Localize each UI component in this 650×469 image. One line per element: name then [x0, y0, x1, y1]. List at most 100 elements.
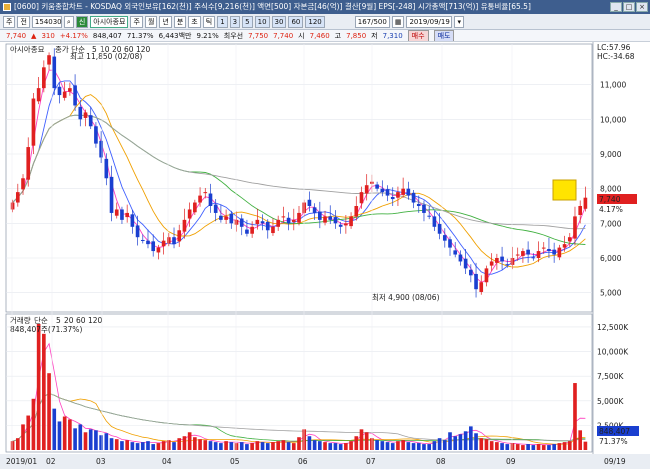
vol-ma60-legend: 60	[76, 316, 86, 325]
candle-body	[333, 217, 338, 224]
interval-10[interactable]: 10	[254, 15, 270, 28]
interval-1[interactable]: 1	[217, 15, 228, 28]
settings-icon[interactable]: ▦	[391, 15, 405, 28]
x-axis-label: 06	[298, 457, 308, 466]
volume-bar	[224, 441, 228, 450]
volume-y-tick: 12,500K	[597, 323, 629, 332]
volume-ma-label: 단순	[34, 315, 48, 325]
high-label: 고	[334, 31, 342, 40]
volume-bar	[57, 421, 62, 450]
candle-body	[380, 188, 385, 193]
best-bid: 7,740	[273, 31, 294, 40]
candle-body	[338, 224, 343, 227]
search-icon[interactable]: ⌕	[63, 15, 74, 28]
market-select[interactable]: 전	[17, 15, 30, 28]
volume-bar	[286, 442, 291, 450]
close-button[interactable]: ×	[636, 2, 648, 12]
window-title: [0600] 키움종합차트 - KOSDAQ 외국인보유[162(천)] 주식수…	[14, 2, 531, 11]
volume-bar	[344, 443, 348, 450]
volume-bar	[198, 439, 202, 450]
stock-name[interactable]: 아시아종묘	[90, 15, 129, 28]
price-y-tick: 6,000	[600, 254, 622, 263]
low-price: 7,310	[382, 31, 403, 40]
count-display[interactable]: 167/500	[354, 15, 390, 28]
tab-month[interactable]: 월	[144, 15, 158, 28]
tab-week[interactable]: 주	[130, 15, 143, 28]
volume-bar	[333, 443, 338, 450]
candle-body	[203, 192, 208, 194]
tab-year[interactable]: 년	[159, 15, 172, 28]
period-select[interactable]: 주	[3, 15, 16, 28]
calendar-icon[interactable]: ▾	[454, 15, 464, 28]
stock-badge: 신	[75, 15, 89, 28]
current-marker-box	[552, 179, 577, 201]
x-axis-right-label: 09/19	[604, 457, 626, 466]
app-icon	[3, 3, 11, 11]
candle-body	[344, 223, 348, 226]
chart-area[interactable]: 11,000 10,000 9,000 8,000 7,000 6,000 5,000 12,…	[0, 42, 650, 469]
interval-60[interactable]: 60	[288, 15, 304, 28]
volume-bar	[52, 408, 57, 450]
stock-chart-svg[interactable]: 11,000 10,000 9,000 8,000 7,000 6,000 5,000 12,…	[0, 42, 650, 469]
candle-body	[94, 126, 98, 144]
price-change: 310	[41, 31, 55, 40]
volume-bar	[297, 437, 301, 450]
chart-toolbar: 주 전 154030 ⌕ 신 아시아종묘 주 월 년 분 초 틱 1 3 5 1…	[0, 14, 650, 30]
volume-bar	[484, 439, 489, 450]
volume-bar	[541, 445, 546, 450]
x-axis-label: 07	[366, 457, 376, 466]
volume-bar	[68, 419, 72, 450]
volume-bar	[422, 444, 426, 450]
volume-bar	[318, 441, 322, 450]
candle-body	[156, 247, 161, 253]
buy-button[interactable]: 매수	[407, 30, 429, 41]
candle-body	[354, 206, 359, 217]
candle-body	[463, 258, 468, 269]
volume-bar	[187, 432, 192, 450]
tab-tick[interactable]: 틱	[202, 15, 216, 28]
candle-body	[515, 254, 520, 256]
volume-bar	[182, 436, 187, 450]
stock-code-input[interactable]: 154030	[31, 15, 62, 28]
volume-bar	[578, 430, 583, 450]
candle-body	[250, 226, 254, 234]
candle-body	[536, 251, 541, 258]
vol-ma5-legend: 5	[56, 316, 61, 325]
volume-bar	[385, 442, 390, 450]
tab-second[interactable]: 초	[188, 15, 201, 28]
volume-bar	[312, 440, 317, 450]
volume-bar	[10, 441, 15, 450]
candle-body	[36, 88, 41, 102]
volume-bar	[495, 442, 499, 450]
interval-3[interactable]: 3	[229, 15, 241, 28]
date-input[interactable]: 2019/09/19	[406, 15, 453, 28]
volume-bar	[573, 383, 577, 450]
volume-bar	[411, 443, 416, 450]
candle-body	[219, 215, 223, 220]
vol-ma20-legend: 20	[64, 316, 74, 325]
volume-label: 거래량	[10, 316, 31, 325]
volume-bar	[583, 441, 588, 450]
volume-bar	[151, 444, 156, 450]
price-y-tick: 8,000	[600, 185, 622, 194]
candle-body	[583, 197, 588, 209]
volume-bar	[375, 440, 379, 450]
volume-bar	[31, 398, 36, 450]
interval-5[interactable]: 5	[242, 15, 253, 28]
candle-body	[453, 250, 458, 255]
interval-120[interactable]: 120	[305, 15, 325, 28]
volume-bar	[120, 441, 124, 450]
maximize-button[interactable]: □	[623, 2, 635, 12]
volume-bar	[526, 444, 530, 450]
volume-bar	[109, 438, 114, 450]
minimize-button[interactable]: _	[610, 2, 622, 12]
volume-bar	[161, 441, 166, 450]
tab-minute[interactable]: 분	[173, 15, 187, 28]
candle-body	[166, 237, 171, 244]
volume-y-tick: 7,500K	[597, 372, 624, 381]
candle-body	[318, 211, 322, 220]
candle-body	[26, 147, 31, 180]
volume-bar	[427, 444, 432, 450]
interval-30[interactable]: 30	[271, 15, 287, 28]
sell-button[interactable]: 매도	[433, 30, 455, 41]
